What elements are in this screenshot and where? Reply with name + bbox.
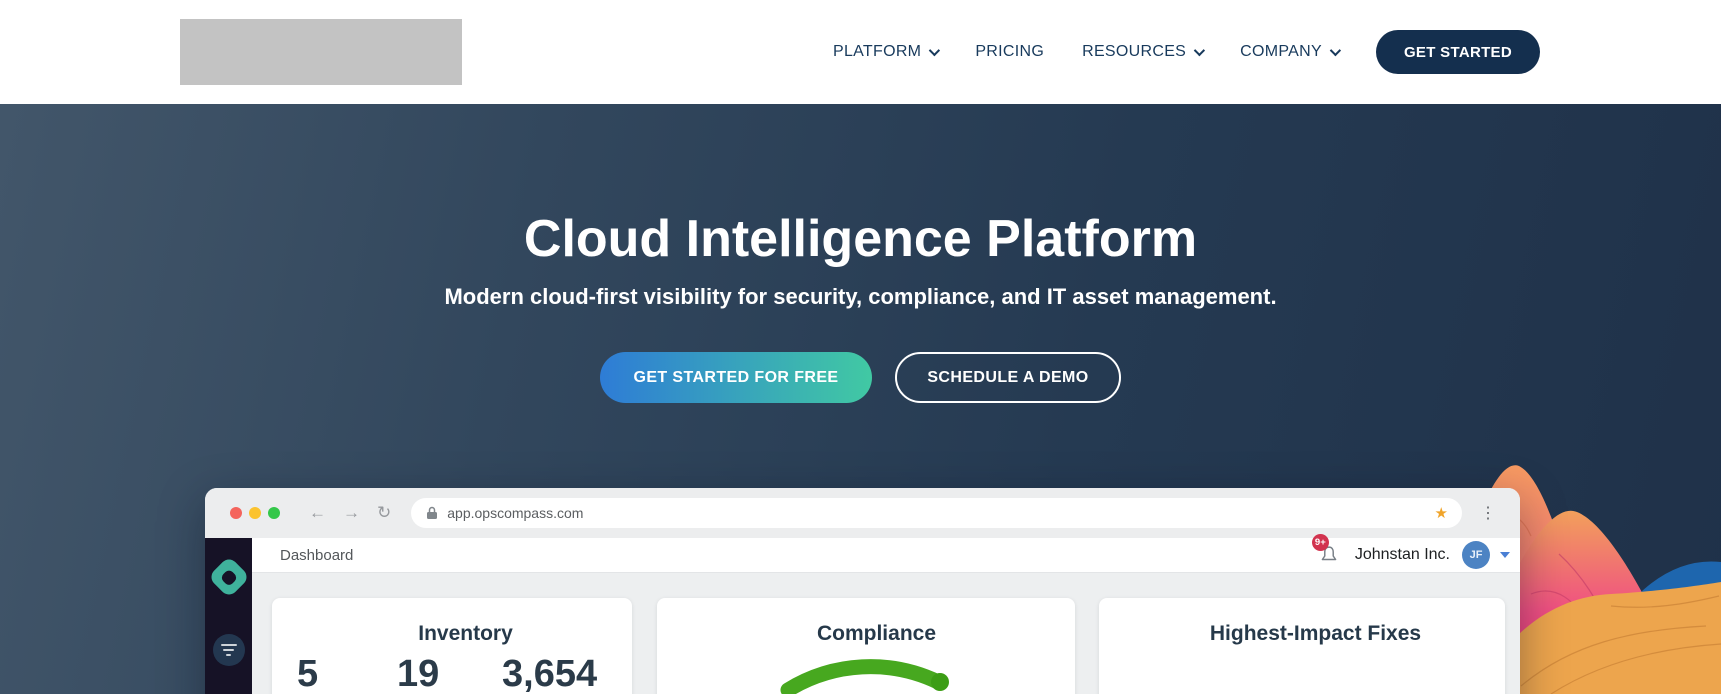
notifications-button[interactable]: 9+ [1311, 534, 1341, 567]
traffic-light-close[interactable] [230, 507, 242, 519]
compliance-card: Compliance [657, 598, 1075, 694]
account-chevron-down-icon[interactable] [1500, 552, 1510, 558]
user-avatar[interactable]: JF [1462, 541, 1490, 569]
notification-count-badge: 9+ [1311, 534, 1329, 551]
refresh-icon[interactable]: ↻ [377, 503, 391, 523]
card-title: Inventory [418, 622, 513, 645]
back-icon[interactable]: ← [309, 503, 326, 523]
get-started-free-button[interactable]: GET STARTED FOR FREE [600, 352, 872, 404]
app-content: Dashboard 9+ Johnstan Inc. JF Inventory … [205, 534, 1520, 694]
page-title: Dashboard [280, 546, 354, 564]
app-header-right: 9+ Johnstan Inc. JF [1311, 534, 1510, 569]
hero-subtitle: Modern cloud-first visibility for securi… [444, 284, 1277, 310]
hero-section: Cloud Intelligence Platform Modern cloud… [0, 104, 1721, 694]
nav-item-resources[interactable]: RESOURCES [1082, 43, 1206, 61]
site-header: PLATFORM PRICING RESOURCES COMPANY GET S… [0, 0, 1721, 104]
highest-impact-fixes-card: Highest-Impact Fixes [1099, 598, 1505, 694]
bookmark-star-icon[interactable]: ★ [1435, 504, 1448, 522]
compliance-gauge-arc [780, 659, 949, 694]
address-bar[interactable]: app.opscompass.com ★ [411, 498, 1462, 528]
inventory-value: 19 [397, 653, 440, 694]
chevron-down-icon [1193, 44, 1206, 57]
nav-item-label: PRICING [975, 43, 1045, 60]
url-text: app.opscompass.com [447, 505, 584, 521]
hero-title: Cloud Intelligence Platform [523, 210, 1198, 268]
nav-item-company[interactable]: COMPANY [1240, 43, 1342, 61]
nav-item-label: COMPANY [1240, 43, 1322, 60]
card-title: Highest-Impact Fixes [1209, 622, 1422, 645]
dashboard-body: Inventory 5 19 3,654 Compliance Highest-… [252, 573, 1520, 694]
opscompass-logo-icon[interactable] [207, 555, 250, 599]
filter-icon[interactable] [212, 634, 245, 666]
inventory-card: Inventory 5 19 3,654 [272, 598, 632, 694]
nav-item-label: PLATFORM [832, 43, 922, 60]
forward-icon[interactable]: → [343, 503, 360, 523]
traffic-light-maximize[interactable] [268, 507, 280, 519]
nav-item-platform[interactable]: PLATFORM [832, 43, 941, 61]
get-started-button[interactable]: GET STARTED [1375, 30, 1540, 74]
browser-nav-buttons: ← → ↻ [309, 503, 391, 523]
traffic-light-minimize[interactable] [249, 507, 261, 519]
account-name: Johnstan Inc. [1354, 546, 1450, 563]
browser-menu-icon[interactable]: ⋮ [1480, 503, 1496, 523]
app-main: Dashboard 9+ Johnstan Inc. JF Inventory … [252, 534, 1520, 694]
browser-window: ← → ↻ app.opscompass.com ★ ⋮ Dashboard 9… [205, 488, 1520, 694]
main-nav: PLATFORM PRICING RESOURCES COMPANY GET S… [833, 30, 1540, 74]
inventory-value: 3,654 [502, 653, 598, 694]
nav-item-label: RESOURCES [1082, 43, 1187, 60]
app-header-bar: Dashboard 9+ Johnstan Inc. JF [252, 534, 1520, 573]
inventory-value: 5 [297, 653, 319, 694]
page: PLATFORM PRICING RESOURCES COMPANY GET S… [0, 0, 1721, 694]
site-logo-placeholder[interactable] [180, 19, 462, 85]
schedule-demo-button[interactable]: SCHEDULE A DEMO [895, 352, 1121, 404]
chevron-down-icon [1329, 44, 1342, 57]
lock-icon [427, 506, 438, 519]
hero-cta-group: GET STARTED FOR FREE SCHEDULE A DEMO [0, 352, 1721, 404]
chevron-down-icon [929, 44, 941, 57]
browser-chrome: ← → ↻ app.opscompass.com ★ ⋮ [205, 488, 1520, 538]
app-sidebar [205, 538, 252, 694]
nav-item-pricing[interactable]: PRICING [975, 43, 1044, 61]
